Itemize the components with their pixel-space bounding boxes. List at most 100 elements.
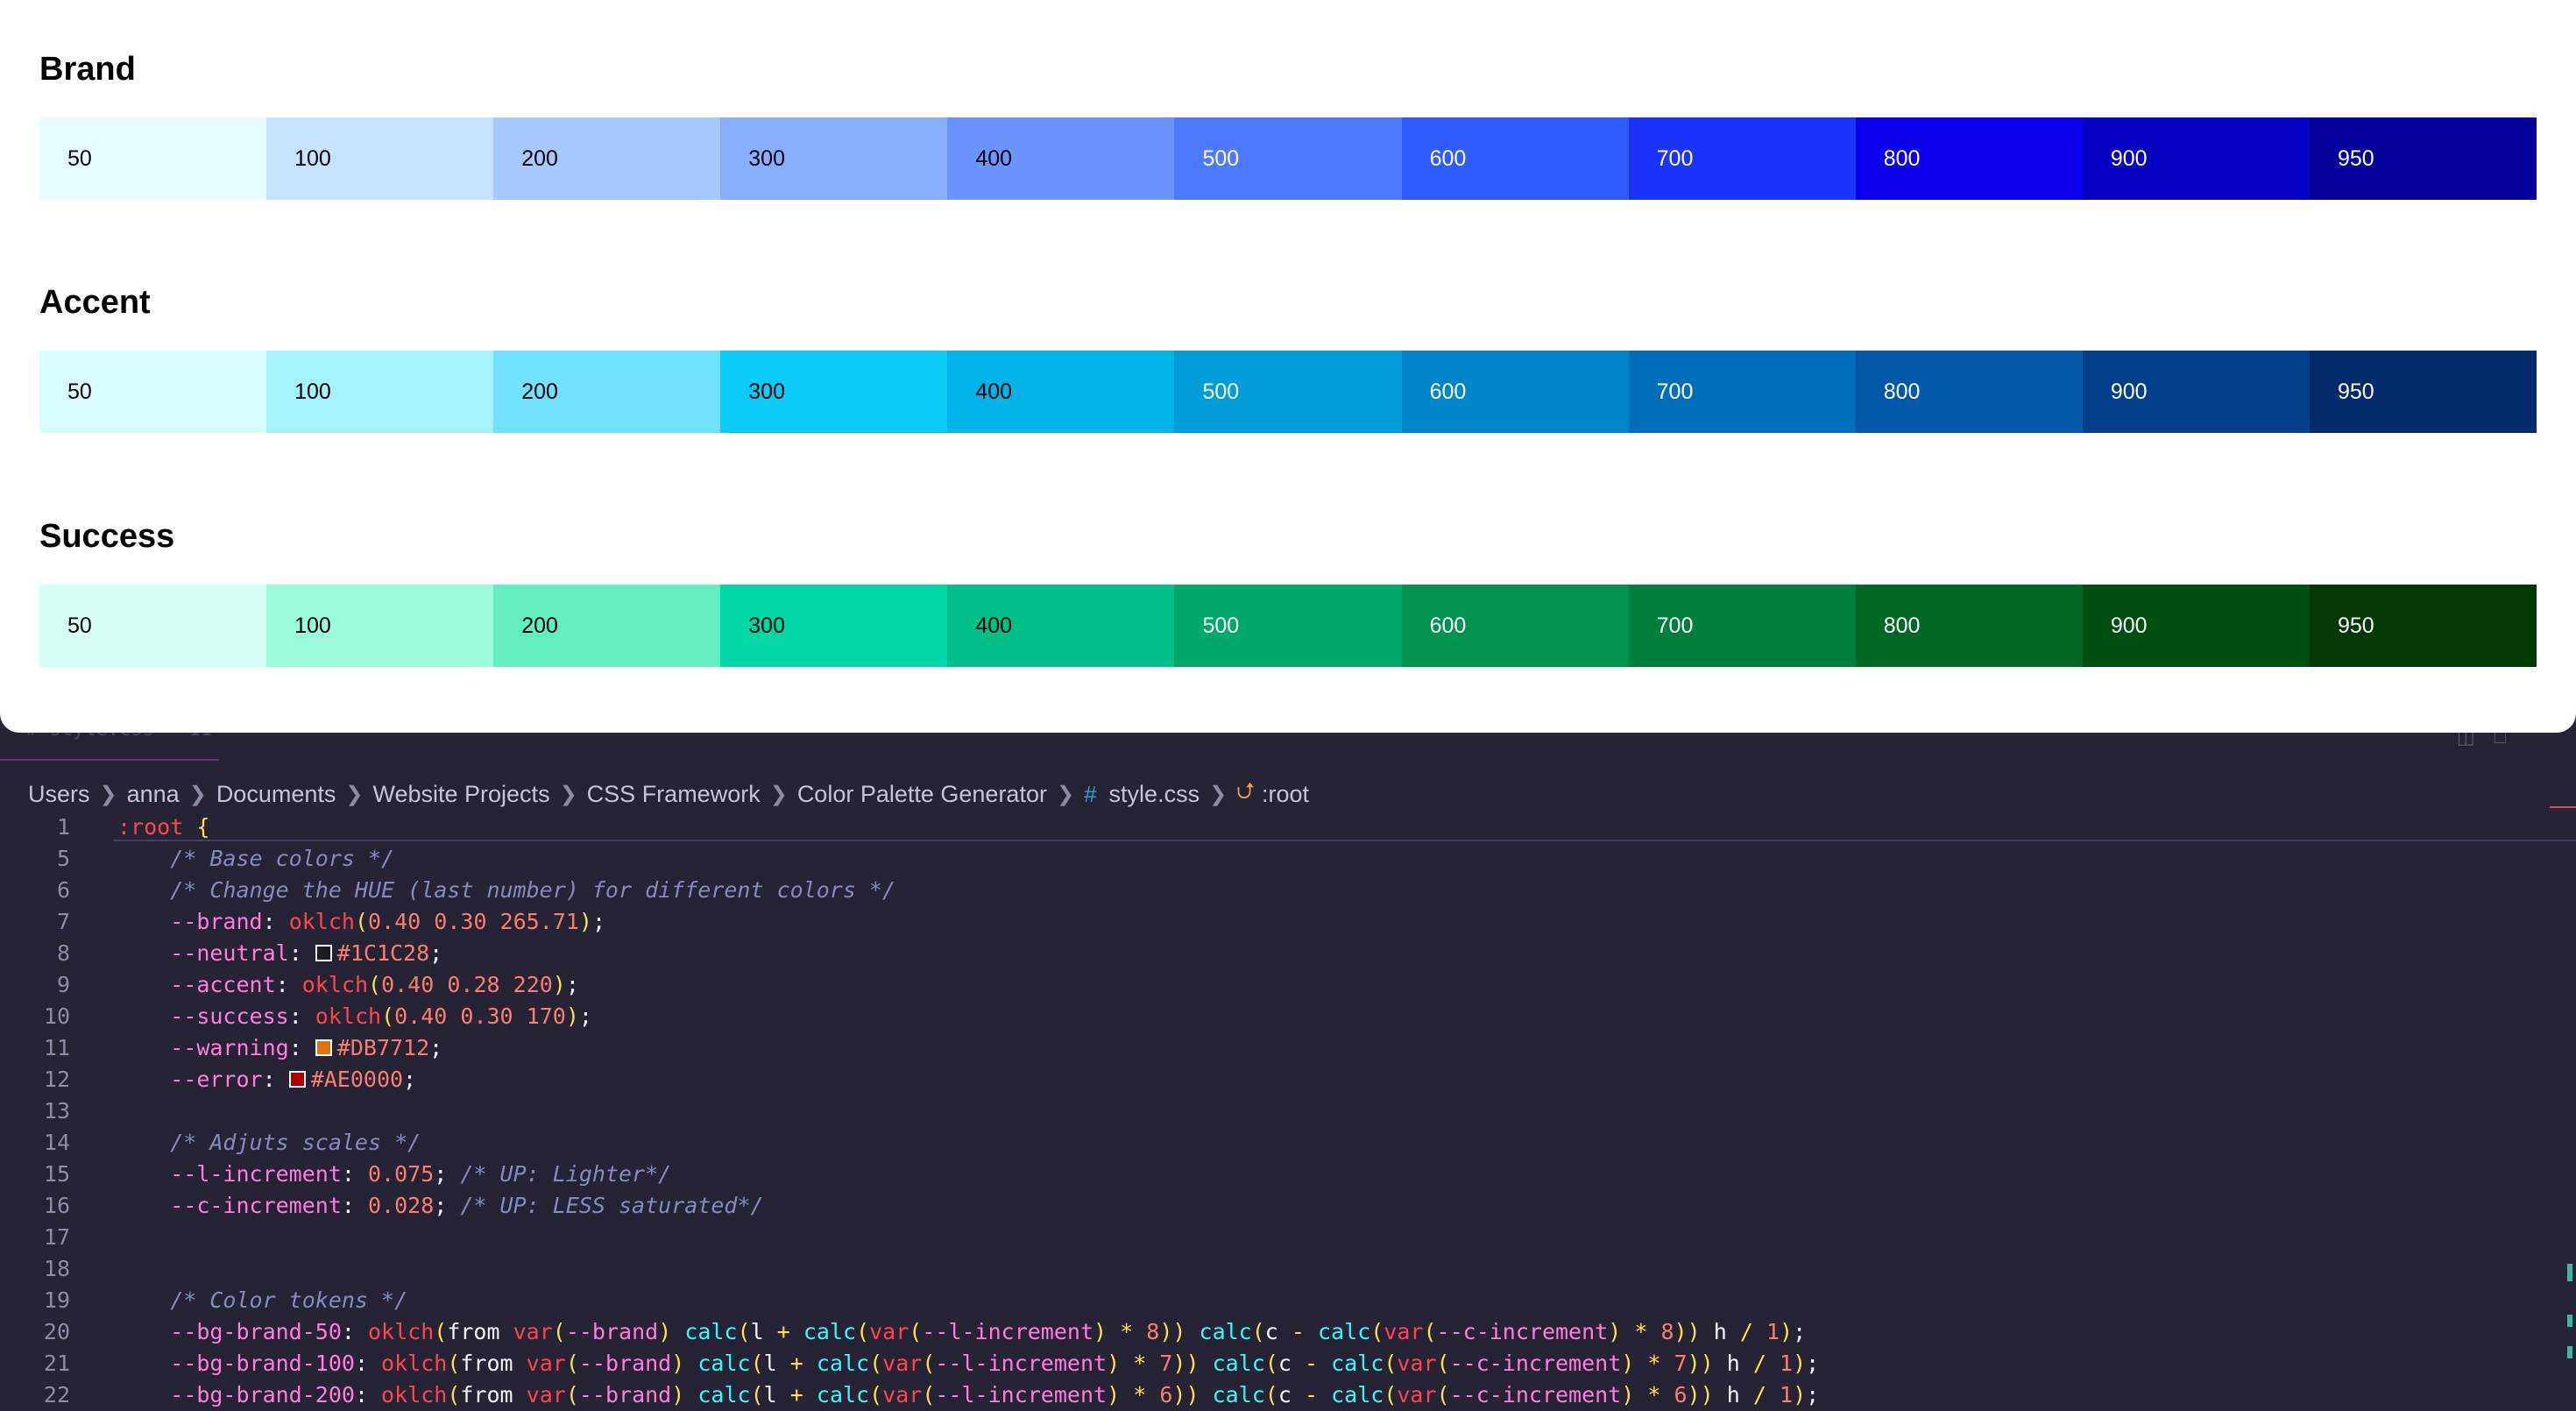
line-number: 5 bbox=[56, 846, 70, 871]
swatch-label: 200 bbox=[521, 145, 558, 171]
palette-title: Brand bbox=[39, 51, 136, 88]
breadcrumb-folder[interactable]: Color Palette Generator bbox=[797, 781, 1047, 808]
line-text: --bg-brand-100: oklch(from var(--brand) … bbox=[170, 1351, 1820, 1376]
color-swatch: 500 bbox=[1174, 351, 1402, 433]
color-swatch: 300 bbox=[720, 585, 948, 667]
swatch-label: 100 bbox=[294, 379, 331, 404]
swatch-label: 800 bbox=[1883, 613, 1921, 638]
swatch-label: 950 bbox=[2337, 145, 2374, 171]
line-text: /* Color tokens */ bbox=[170, 1287, 408, 1313]
code-line[interactable]: 1:root { bbox=[0, 812, 2541, 843]
code-line[interactable]: 10 --success: oklch(0.40 0.30 170); bbox=[0, 1001, 2541, 1032]
code-line[interactable]: 6 /* Change the HUE (last number) for di… bbox=[0, 875, 2541, 906]
color-swatch: 950 bbox=[2309, 117, 2537, 200]
swatch-label: 400 bbox=[975, 145, 1013, 171]
swatch-label: 100 bbox=[294, 613, 331, 638]
swatch-label: 400 bbox=[975, 379, 1013, 404]
line-number: 15 bbox=[43, 1161, 70, 1187]
color-swatch: 200 bbox=[493, 585, 721, 667]
line-text: --accent: oklch(0.40 0.28 220); bbox=[170, 972, 579, 997]
color-swatch: 100 bbox=[266, 351, 494, 433]
palette-title: Success bbox=[39, 518, 175, 555]
chevron-right-icon: ❯ bbox=[188, 782, 207, 806]
line-number: 9 bbox=[56, 972, 70, 997]
line-text: /* Change the HUE (last number) for diff… bbox=[170, 877, 896, 903]
swatch-label: 800 bbox=[1883, 379, 1921, 404]
chevron-right-icon: ❯ bbox=[345, 782, 364, 806]
code-editor[interactable]: # style.css • 11 ◫□ Users❯anna❯Documents… bbox=[0, 719, 2576, 1407]
line-number: 17 bbox=[43, 1224, 70, 1250]
code-line[interactable]: 13 bbox=[0, 1095, 2541, 1127]
code-line[interactable]: 16 --c-increment: 0.028; /* UP: LESS sat… bbox=[0, 1190, 2541, 1222]
swatch-label: 700 bbox=[1656, 145, 1694, 171]
code-line[interactable]: 5 /* Base colors */ bbox=[0, 843, 2541, 875]
breadcrumb-folder[interactable]: CSS Framework bbox=[587, 781, 761, 808]
chevron-right-icon: ❯ bbox=[769, 782, 788, 806]
line-text: --error: #AE0000; bbox=[170, 1067, 417, 1092]
line-number: 20 bbox=[43, 1319, 70, 1344]
color-swatch: 900 bbox=[2082, 117, 2310, 200]
swatch-label: 900 bbox=[2110, 613, 2148, 638]
swatch-label: 300 bbox=[748, 379, 785, 404]
code-line[interactable]: 19 /* Color tokens */ bbox=[0, 1285, 2541, 1316]
color-swatch: 950 bbox=[2309, 351, 2537, 433]
breadcrumb-folder[interactable]: anna bbox=[127, 781, 180, 808]
swatch-label: 700 bbox=[1656, 379, 1694, 404]
code-line[interactable]: 20 --bg-brand-50: oklch(from var(--brand… bbox=[0, 1316, 2541, 1348]
color-swatch: 400 bbox=[947, 585, 1175, 667]
line-text: --neutral: #1C1C28; bbox=[170, 940, 443, 966]
code-line[interactable]: 15 --l-increment: 0.075; /* UP: Lighter*… bbox=[0, 1159, 2541, 1190]
color-swatch: 600 bbox=[1401, 585, 1629, 667]
code-line[interactable]: 7 --brand: oklch(0.40 0.30 265.71); bbox=[0, 906, 2541, 938]
line-number: 22 bbox=[43, 1382, 70, 1407]
swatch-label: 900 bbox=[2110, 145, 2148, 171]
code-line[interactable]: 21 --bg-brand-100: oklch(from var(--bran… bbox=[0, 1348, 2541, 1379]
color-swatch: 300 bbox=[720, 351, 948, 433]
swatch-label: 700 bbox=[1656, 613, 1694, 638]
breadcrumb-folder[interactable]: Users bbox=[28, 781, 90, 808]
symbol-rule-icon: ⮍ bbox=[1236, 777, 1256, 804]
swatch-label: 400 bbox=[975, 613, 1013, 638]
swatch-label: 50 bbox=[67, 145, 92, 171]
chevron-right-icon: ❯ bbox=[1056, 782, 1075, 806]
code-line[interactable]: 14 /* Adjuts scales */ bbox=[0, 1127, 2541, 1159]
swatch-label: 600 bbox=[1429, 613, 1467, 638]
code-line[interactable]: 8 --neutral: #1C1C28; bbox=[0, 938, 2541, 969]
color-swatch: 500 bbox=[1174, 117, 1402, 200]
color-swatch: 500 bbox=[1174, 585, 1402, 667]
css-file-icon: # bbox=[1084, 780, 1097, 807]
swatch-row: 50 100 200 300 400 500 600 700 800 900 950 bbox=[39, 117, 2537, 200]
swatch-label: 500 bbox=[1202, 145, 1240, 171]
breadcrumb-symbol[interactable]: :root bbox=[1262, 781, 1309, 808]
line-number: 14 bbox=[43, 1130, 70, 1155]
line-text: --bg-brand-50: oklch(from var(--brand) c… bbox=[170, 1319, 1807, 1344]
breadcrumb-folder[interactable]: Website Projects bbox=[372, 781, 549, 808]
chevron-right-icon: ❯ bbox=[99, 782, 117, 806]
color-swatch: 900 bbox=[2082, 351, 2310, 433]
scroll-marker bbox=[2567, 1315, 2572, 1327]
code-line[interactable]: 11 --warning: #DB7712; bbox=[0, 1032, 2541, 1064]
line-number: 1 bbox=[56, 814, 70, 840]
code-line[interactable]: 12 --error: #AE0000; bbox=[0, 1064, 2541, 1095]
breadcrumb-file[interactable]: style.css bbox=[1109, 781, 1200, 808]
sticky-scroll-divider bbox=[114, 840, 2576, 841]
line-number: 19 bbox=[43, 1287, 70, 1313]
chevron-right-icon: ❯ bbox=[1209, 782, 1228, 806]
code-line[interactable]: 9 --accent: oklch(0.40 0.28 220); bbox=[0, 969, 2541, 1001]
code-line[interactable]: 22 --bg-brand-200: oklch(from var(--bran… bbox=[0, 1379, 2541, 1411]
editor-tab[interactable]: # style.css • 11 bbox=[0, 719, 219, 761]
color-swatch: 50 bbox=[39, 351, 267, 433]
breadcrumb: Users ❯ anna ❯ Documents ❯ Website Projects ❯ CS… bbox=[28, 777, 1309, 810]
line-number: 21 bbox=[43, 1351, 70, 1376]
color-swatch: 50 bbox=[39, 585, 267, 667]
color-swatch: 400 bbox=[947, 351, 1175, 433]
code-line[interactable]: 17 bbox=[0, 1222, 2541, 1253]
color-swatch: 200 bbox=[493, 351, 721, 433]
color-swatch: 700 bbox=[1628, 117, 1856, 200]
code-line[interactable]: 18 bbox=[0, 1253, 2541, 1285]
chevron-right-icon: ❯ bbox=[559, 782, 577, 806]
swatch-row: 50 100 200 300 400 500 600 700 800 900 950 bbox=[39, 351, 2537, 433]
color-swatch: 950 bbox=[2309, 585, 2537, 667]
swatch-label: 300 bbox=[748, 613, 785, 638]
breadcrumb-folder[interactable]: Documents bbox=[216, 781, 336, 808]
